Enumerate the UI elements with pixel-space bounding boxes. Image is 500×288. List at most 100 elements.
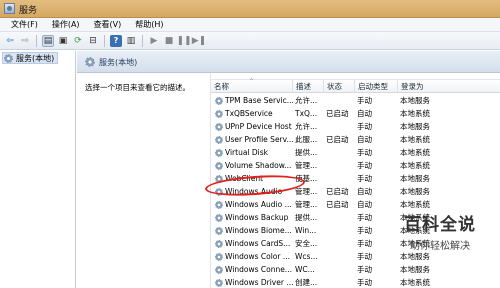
service-name: Windows Backup: [225, 213, 289, 222]
refresh-icon[interactable]: ⟳: [72, 35, 84, 47]
show-tree-icon[interactable]: ▤: [42, 34, 54, 47]
gear-icon: [215, 279, 223, 287]
column-header-startup-type[interactable]: 启动类型: [355, 80, 398, 93]
service-startup-type: 自动: [357, 135, 372, 144]
service-name-cell: Windows Audio ...: [215, 199, 293, 211]
service-name: UPnP Device Host: [225, 122, 292, 131]
service-logon-as: 本地系统: [400, 135, 430, 144]
service-name: Windows Audio ...: [225, 200, 292, 209]
service-startup-type: 手动: [357, 161, 372, 170]
help-icon[interactable]: ?: [110, 34, 122, 47]
service-name-cell: User Profile Serv...: [215, 134, 293, 146]
service-name-cell: Windows Color ...: [215, 251, 293, 263]
gear-icon: [85, 57, 95, 67]
service-row[interactable]: TPM Base Servic... 允许... 手动 本地服务: [211, 95, 500, 107]
service-status: [326, 225, 354, 237]
service-description: TxQ...: [295, 109, 318, 118]
service-row[interactable]: Volume Shadow... 管理... 手动 本地系统: [211, 160, 500, 172]
gear-icon: [215, 149, 223, 157]
menu-bar: 文件(F) 操作(A) 查看(V) 帮助(H): [0, 18, 500, 32]
service-description: 允许...: [295, 96, 318, 105]
tree-item-label: 服务(本地): [16, 53, 55, 63]
menu-file[interactable]: 文件(F): [4, 19, 45, 30]
gear-icon: [215, 123, 223, 131]
toolbar: ⇦ ⇨ ▤ ▣ ⟳ ⊟ ? ▥ ▶ ■ ❚❚ ▶❚: [0, 32, 500, 50]
column-header-description[interactable]: 描述: [293, 80, 324, 93]
service-status: [326, 147, 354, 159]
gear-icon: [215, 97, 223, 105]
service-name: User Profile Serv...: [225, 135, 293, 144]
service-name: TPM Base Servic...: [225, 96, 293, 105]
watermark-logo-text: 百科全说: [404, 215, 476, 235]
service-logon-as: 本地系统: [400, 161, 430, 170]
stop-service-icon[interactable]: ■: [163, 35, 175, 47]
service-status: 已启动: [326, 187, 349, 196]
properties-icon[interactable]: ▣: [57, 35, 69, 47]
gear-icon: [215, 240, 223, 248]
service-row[interactable]: TxQBService TxQ... 已启动 自动 本地系统: [211, 108, 500, 120]
gear-icon: [215, 162, 223, 170]
service-status: [326, 121, 354, 133]
menu-view[interactable]: 查看(V): [87, 19, 129, 30]
service-logon-as: 本地服务: [400, 96, 430, 105]
show-pane-icon[interactable]: ▥: [125, 35, 137, 47]
content-header: 服务(本地): [77, 51, 500, 73]
service-description: Wcs...: [295, 252, 318, 261]
service-name-cell: Virtual Disk: [215, 147, 293, 159]
service-logon-as: 本地系统: [400, 109, 430, 118]
toolbar-separator: [104, 34, 105, 47]
service-logon-as: 本地系统: [400, 278, 430, 287]
watermark: 百科全说 助你轻松解决: [390, 210, 490, 260]
service-status: [326, 212, 354, 224]
gear-icon: [215, 227, 223, 235]
service-name: Windows Driver ...: [225, 278, 293, 287]
service-status: 已启动: [326, 135, 349, 144]
service-startup-type: 手动: [357, 148, 372, 157]
forward-arrow-icon[interactable]: ⇨: [19, 35, 31, 47]
service-logon-as: 本地服务: [400, 174, 430, 183]
column-header-name[interactable]: ^ 名称: [211, 78, 293, 93]
service-description: 允许...: [295, 122, 318, 131]
column-header-logon-as[interactable]: 登录为: [398, 80, 500, 93]
restart-service-icon[interactable]: ▶❚: [192, 35, 206, 47]
service-description: 此服...: [295, 135, 318, 144]
back-arrow-icon[interactable]: ⇦: [4, 35, 16, 47]
service-status: [326, 264, 354, 276]
gear-icon: [215, 214, 223, 222]
service-description: 管理...: [295, 187, 318, 196]
service-row[interactable]: User Profile Serv... 此服... 已启动 自动 本地系统: [211, 134, 500, 146]
service-name: TxQBService: [225, 109, 273, 118]
service-name-cell: Windows CardS...: [215, 238, 293, 250]
sort-ascending-icon: ^: [249, 78, 255, 85]
service-logon-as: 本地系统: [400, 148, 430, 157]
service-startup-type: 自动: [357, 187, 372, 196]
export-list-icon[interactable]: ⊟: [87, 35, 99, 47]
service-name: Windows Biome...: [225, 226, 292, 235]
column-header-status[interactable]: 状态: [324, 80, 355, 93]
service-status: [326, 251, 354, 263]
service-description: WC...: [295, 265, 315, 274]
menu-help[interactable]: 帮助(H): [128, 19, 170, 30]
service-name-cell: Windows Driver ...: [215, 277, 293, 288]
tree-item-services-local[interactable]: 服务(本地): [2, 52, 59, 64]
service-name-cell: UPnP Device Host: [215, 121, 293, 133]
service-name: Volume Shadow...: [225, 161, 292, 170]
column-header-row: ^ 名称 描述 状态 启动类型 登录为: [211, 78, 500, 93]
menu-action[interactable]: 操作(A): [45, 19, 87, 30]
start-service-icon[interactable]: ▶: [148, 35, 160, 47]
watermark-slogan: 助你轻松解决: [410, 241, 470, 252]
service-row[interactable]: Windows Driver ... 创建... 手动 本地系统: [211, 277, 500, 288]
service-description: 提供...: [295, 213, 318, 222]
service-row[interactable]: Windows Conne... WC... 手动 本地服务: [211, 264, 500, 276]
service-row[interactable]: UPnP Device Host 允许... 手动 本地服务: [211, 121, 500, 133]
service-name-cell: Windows Conne...: [215, 264, 293, 276]
window-title: 服务: [19, 6, 38, 16]
pause-service-icon[interactable]: ❚❚: [176, 35, 191, 47]
toolbar-separator: [142, 34, 143, 47]
service-logon-as: 本地服务: [400, 187, 430, 196]
service-description: 管理...: [295, 161, 318, 170]
gear-icon: [215, 266, 223, 274]
service-row[interactable]: Virtual Disk 提供... 手动 本地系统: [211, 147, 500, 159]
description-text: 选择一个项目来查看它的描述。: [85, 83, 190, 92]
service-name: Windows Color ...: [225, 252, 290, 261]
